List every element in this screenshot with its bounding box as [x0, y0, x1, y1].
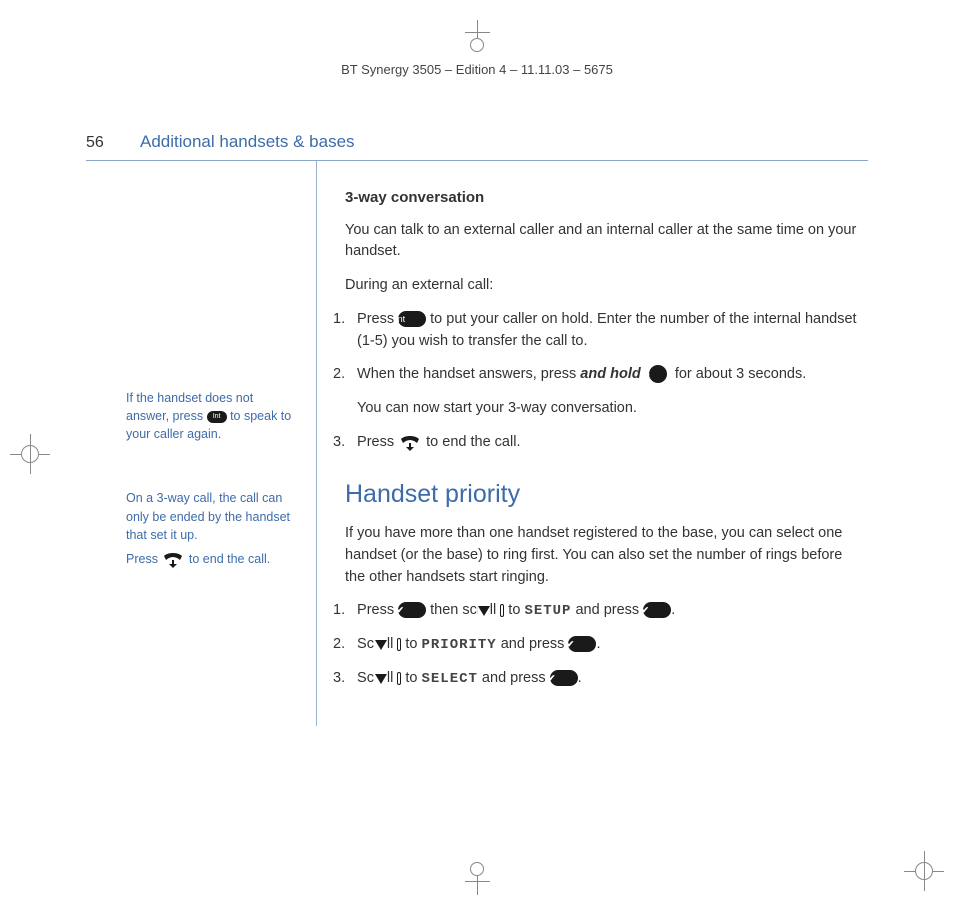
hash-button-icon: ✱ [649, 365, 667, 383]
text: . [596, 636, 600, 652]
step-1: Press Int to put your caller on hold. En… [333, 309, 864, 353]
text: Press [357, 434, 398, 450]
end-call-icon [398, 433, 422, 451]
ok-button-icon: ✔ [550, 670, 578, 686]
text: Press [126, 552, 161, 566]
ok-button-icon: ✔ [398, 602, 426, 618]
priority-step-1: Press ✔ then scroll to SETUP and press ✔… [333, 600, 864, 622]
text: to end the call. [185, 552, 270, 566]
text: for about 3 seconds. [671, 366, 806, 382]
menu-option: SELECT [421, 671, 477, 687]
main-content: 3-way conversation You can talk to an ex… [316, 161, 868, 726]
steps-priority: Press ✔ then scroll to SETUP and press ✔… [333, 600, 864, 690]
step-2: When the handset answers, press and hold… [333, 364, 864, 420]
menu-option: PRIORITY [421, 637, 496, 653]
text: and press [571, 602, 643, 618]
crop-circle-top [470, 38, 484, 52]
paragraph: You can now start your 3-way conversatio… [357, 398, 864, 420]
text: When the handset answers, press [357, 366, 580, 382]
steps-3way: Press Int to put your caller on hold. En… [333, 309, 864, 454]
paragraph: You can talk to an external caller and a… [345, 220, 864, 264]
menu-option: SETUP [524, 603, 571, 619]
priority-step-2: Scroll to PRIORITY and press ✔. [333, 634, 864, 656]
step-3: Press to end the call. [333, 432, 864, 454]
end-call-icon [161, 550, 185, 568]
registration-mark-left [10, 434, 50, 474]
sidebar-note-1: If the handset does not answer, press In… [126, 389, 298, 443]
paragraph: During an external call: [345, 275, 864, 297]
text: . [578, 670, 582, 686]
sidebar-note-2: On a 3-way call, the call can only be en… [126, 489, 298, 543]
text: to [401, 636, 421, 652]
registration-mark-right [904, 851, 944, 891]
text: Press [357, 602, 398, 618]
crop-circle-bottom [470, 862, 484, 876]
text: and press [497, 636, 569, 652]
running-header: 56 Additional handsets & bases [86, 132, 868, 161]
sidebar-note-3: Press to end the call. [126, 550, 298, 569]
sidebar-notes: If the handset does not answer, press In… [86, 161, 316, 726]
text: Press [357, 311, 398, 327]
text: to [504, 602, 524, 618]
text: to put your caller on hold. Enter the nu… [357, 311, 857, 349]
text: to [401, 670, 421, 686]
priority-step-3: Scroll to SELECT and press ✔. [333, 668, 864, 690]
int-button-icon: Int [398, 311, 426, 327]
paragraph: If you have more than one handset regist… [345, 523, 864, 588]
ok-button-icon: ✔ [568, 636, 596, 652]
text: and press [478, 670, 550, 686]
text: . [671, 602, 675, 618]
page-number: 56 [86, 134, 140, 152]
ok-button-icon: ✔ [643, 602, 671, 618]
heading-3way: 3-way conversation [345, 187, 864, 210]
int-button-icon: Int [207, 411, 227, 423]
section-title: Additional handsets & bases [140, 132, 355, 152]
text: to end the call. [422, 434, 520, 450]
emphasis: and hold [580, 366, 640, 382]
heading-handset-priority: Handset priority [345, 476, 864, 514]
